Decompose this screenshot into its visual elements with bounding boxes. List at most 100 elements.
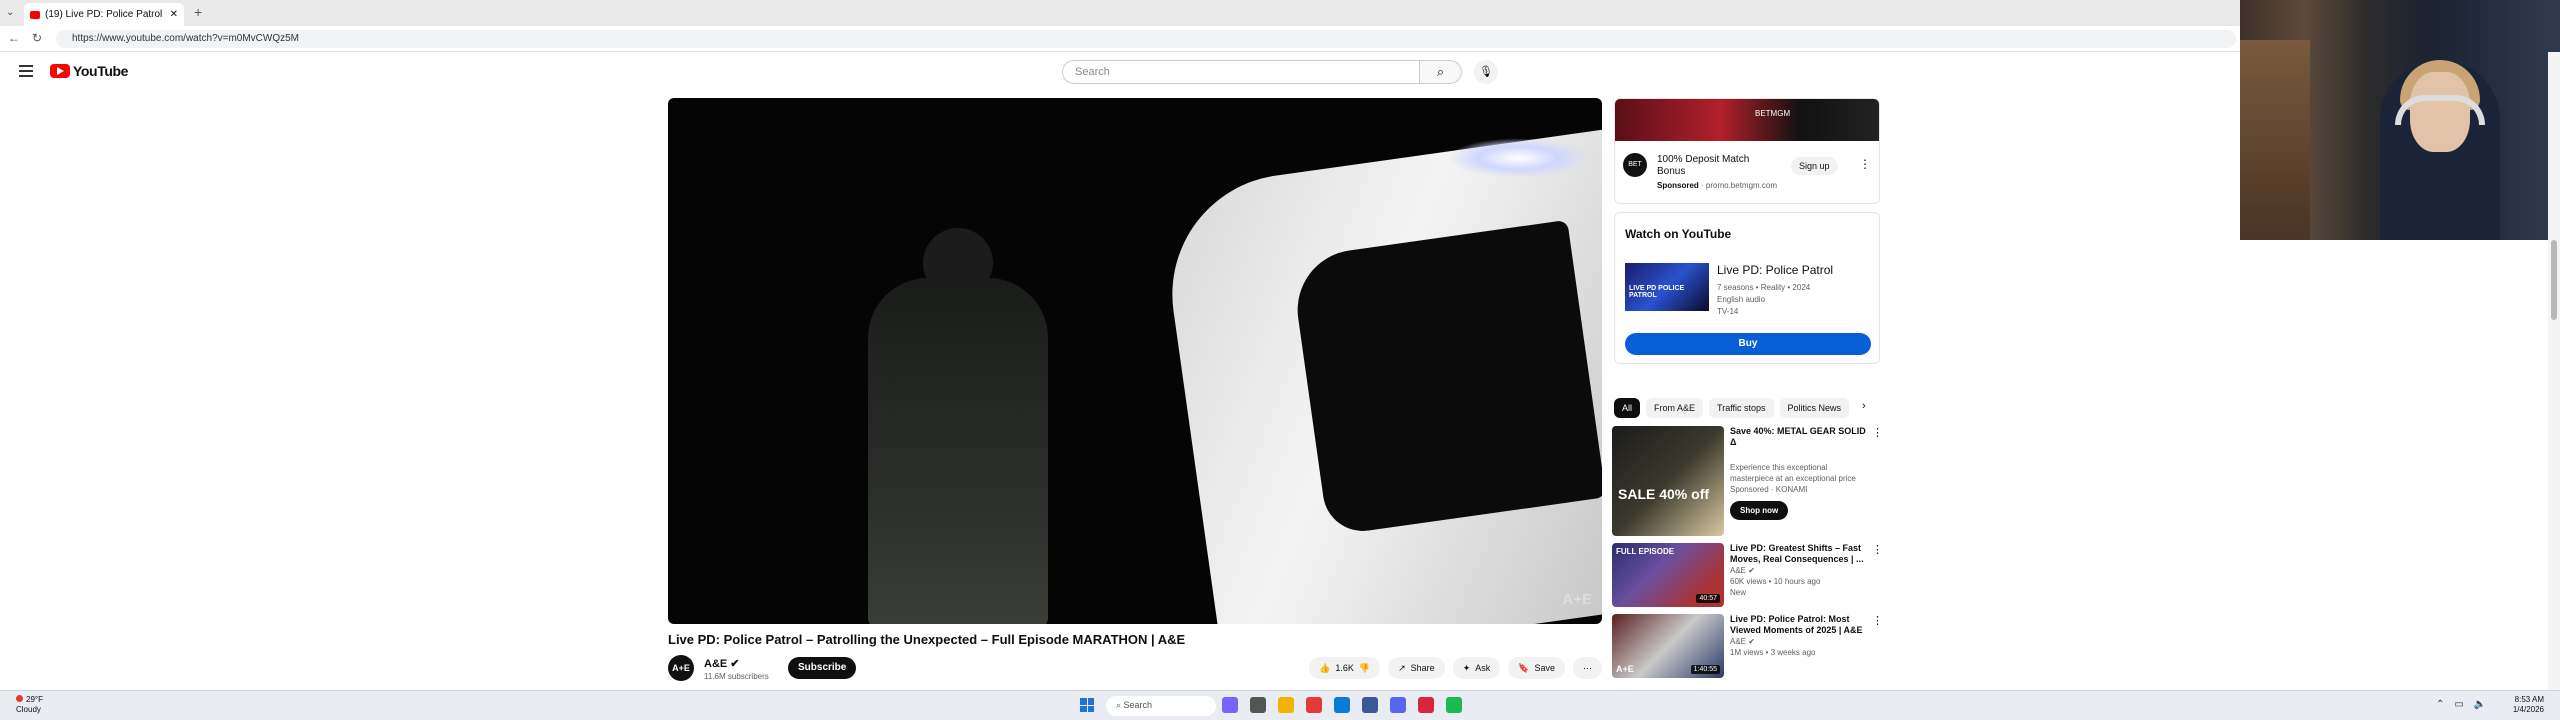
- channel-row: A+E A&E ✔ 11.6M subscribers Subscribe 👍 …: [668, 655, 1602, 685]
- rec-channel[interactable]: A&E ✔: [1730, 636, 1870, 647]
- youtube-logo[interactable]: YouTube: [50, 63, 128, 79]
- video-thumbnail[interactable]: FULL EPISODE 40:57: [1612, 543, 1724, 607]
- video-title: Live PD: Police Patrol – Patrolling the …: [668, 632, 1186, 647]
- share-button[interactable]: ↗ Share: [1388, 657, 1445, 679]
- more-options-icon[interactable]: ⋮: [1872, 614, 1883, 627]
- channel-name[interactable]: A&E ✔: [704, 657, 740, 670]
- page-scrollbar[interactable]: [2548, 52, 2560, 690]
- chip-traffic-stops[interactable]: Traffic stops: [1709, 398, 1774, 418]
- video-frame-car-window: [1289, 219, 1602, 537]
- more-options-icon[interactable]: ⋮: [1872, 543, 1883, 556]
- weather-widget[interactable]: 29°F Cloudy: [16, 695, 43, 715]
- scrollbar-thumb[interactable]: [2551, 240, 2557, 320]
- edge-icon[interactable]: [1334, 697, 1350, 713]
- rec-title[interactable]: Live PD: Greatest Shifts – Fast Moves, R…: [1730, 543, 1870, 565]
- tab-title: (19) Live PD: Police Patrol – P...: [45, 9, 165, 20]
- video-frame-light: [1448, 138, 1588, 178]
- rec-channel[interactable]: A&E ✔: [1730, 565, 1870, 576]
- chip-politics-news[interactable]: Politics News: [1779, 398, 1850, 418]
- file-explorer-icon[interactable]: [1278, 697, 1294, 713]
- voice-search-button[interactable]: 🎙: [1474, 60, 1498, 84]
- rec-info: Live PD: Greatest Shifts – Fast Moves, R…: [1730, 543, 1870, 598]
- ad-more-icon[interactable]: ⋮: [1859, 157, 1871, 171]
- chip-from-ae[interactable]: From A&E: [1646, 398, 1704, 418]
- advertiser-logo: BET: [1623, 153, 1647, 177]
- show-title[interactable]: Live PD: Police Patrol: [1717, 263, 1833, 277]
- tab-list-icon[interactable]: ⌄: [6, 7, 14, 18]
- thumbnail-text: FULL EPISODE: [1616, 547, 1675, 556]
- clock-time: 8:53 AM: [2514, 695, 2544, 704]
- list-item[interactable]: SALE 40% off Save 40%: METAL GEAR SOLID …: [1612, 426, 1884, 538]
- game-icon[interactable]: [1418, 697, 1434, 713]
- ad-banner[interactable]: BETMGM: [1615, 99, 1879, 141]
- search-button[interactable]: ⌕: [1420, 60, 1462, 84]
- video-frame-officer: [868, 278, 1048, 624]
- discord-icon[interactable]: [1390, 697, 1406, 713]
- chip-all[interactable]: All: [1614, 398, 1641, 418]
- weather-desc: Cloudy: [16, 705, 41, 714]
- channel-avatar[interactable]: A+E: [668, 655, 694, 681]
- show-thumbnail[interactable]: LIVE PD POLICE PATROL: [1625, 263, 1709, 311]
- taskbar-search[interactable]: ⌕ Search: [1106, 696, 1216, 716]
- more-options-icon[interactable]: ⋮: [1872, 426, 1883, 439]
- list-item[interactable]: FULL EPISODE 40:57 Live PD: Greatest Shi…: [1612, 543, 1884, 609]
- system-tray: ⌃ ▭ 🔈: [2436, 699, 2486, 710]
- sponsored-ad-card[interactable]: BETMGM BET 100% Deposit Match Bonus Spon…: [1614, 98, 1880, 204]
- ask-button[interactable]: ✦ Ask: [1452, 657, 1501, 679]
- thumbs-down-icon[interactable]: 👎: [1359, 657, 1370, 679]
- address-bar-row: ← ↻ https://www.youtube.com/watch?v=m0Mv…: [0, 26, 2560, 52]
- app-icon[interactable]: [1306, 697, 1322, 713]
- browser-tab[interactable]: (19) Live PD: Police Patrol – P... ✕: [24, 3, 184, 26]
- like-button[interactable]: 👍 1.6K 👎: [1309, 657, 1381, 679]
- url-field[interactable]: https://www.youtube.com/watch?v=m0MvCWQz…: [56, 30, 2236, 48]
- rec-title[interactable]: Save 40%: METAL GEAR SOLID Δ: [1730, 426, 1870, 448]
- volume-icon[interactable]: 🔈: [2474, 699, 2486, 710]
- watch-on-youtube-card: Watch on YouTube LIVE PD POLICE PATROL L…: [1614, 212, 1880, 364]
- show-rating: TV-14: [1717, 307, 1739, 316]
- youtube-logo-text: YouTube: [73, 63, 129, 79]
- rec-sponsor: Sponsored · KONAMI: [1730, 485, 1808, 494]
- taskbar-clock[interactable]: 8:53 AM 1/4/2026: [2513, 695, 2544, 715]
- reload-icon[interactable]: ↻: [32, 31, 42, 45]
- subscriber-count: 11.6M subscribers: [704, 672, 769, 681]
- tab-close-icon[interactable]: ✕: [170, 9, 178, 20]
- browser-tab-bar: ⌄ (19) Live PD: Police Patrol – P... ✕ +: [0, 0, 2560, 26]
- watch-on-youtube-heading: Watch on YouTube: [1625, 227, 1732, 241]
- widgets-icon[interactable]: [1222, 697, 1238, 713]
- chevron-up-icon[interactable]: ⌃: [2436, 699, 2444, 710]
- list-item[interactable]: A+E 1:40:55 Live PD: Police Patrol: Most…: [1612, 614, 1884, 680]
- ad-title[interactable]: 100% Deposit Match Bonus: [1657, 154, 1767, 178]
- ad-domain: · promo.betmgm.com: [1701, 181, 1778, 190]
- save-button[interactable]: 🔖 Save: [1508, 657, 1565, 679]
- webcam-overlay: [2240, 0, 2560, 240]
- network-icon[interactable]: ▭: [2454, 699, 2463, 710]
- rec-title[interactable]: Live PD: Police Patrol: Most Viewed Mome…: [1730, 614, 1870, 636]
- back-icon[interactable]: ←: [8, 31, 20, 45]
- bookmark-icon: 🔖: [1518, 663, 1530, 673]
- subscribe-button[interactable]: Subscribe: [788, 657, 857, 679]
- search-input[interactable]: Search: [1062, 60, 1420, 84]
- video-duration: 40:57: [1696, 594, 1720, 603]
- video-thumbnail[interactable]: SALE 40% off: [1612, 426, 1724, 536]
- clock-date: 1/4/2026: [2512, 705, 2544, 714]
- weather-icon: [16, 695, 23, 702]
- taskbar-search-label: Search: [1123, 700, 1153, 710]
- sign-up-button[interactable]: Sign up: [1791, 157, 1838, 175]
- search-icon: ⌕: [1436, 64, 1445, 79]
- rec-badge: New: [1730, 588, 1747, 597]
- more-actions-button[interactable]: ⋯: [1573, 657, 1602, 679]
- new-tab-button[interactable]: +: [194, 4, 202, 20]
- spotify-icon[interactable]: [1446, 697, 1462, 713]
- buy-button[interactable]: Buy: [1625, 333, 1871, 355]
- video-thumbnail[interactable]: A+E 1:40:55: [1612, 614, 1724, 678]
- rec-info: Live PD: Police Patrol: Most Viewed Mome…: [1730, 614, 1870, 658]
- task-view-icon[interactable]: [1250, 697, 1266, 713]
- windows-start-icon[interactable]: [1080, 698, 1094, 712]
- menu-icon[interactable]: [19, 65, 33, 77]
- shop-now-button[interactable]: Shop now: [1730, 501, 1789, 520]
- store-icon[interactable]: [1362, 697, 1378, 713]
- video-player[interactable]: A+E: [668, 98, 1602, 624]
- chevron-right-icon[interactable]: ›: [1862, 400, 1866, 412]
- rec-info: Save 40%: METAL GEAR SOLID Δ Experience …: [1730, 426, 1870, 520]
- share-icon: ↗: [1398, 663, 1406, 673]
